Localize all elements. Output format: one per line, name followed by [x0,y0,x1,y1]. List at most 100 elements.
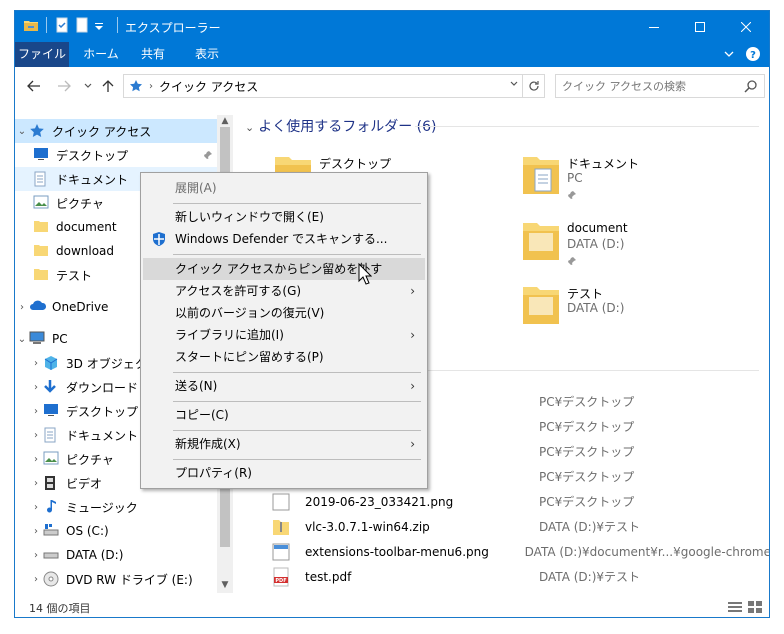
list-item[interactable]: vlc-3.0.7.1-win64.zip DATA (D:)¥テスト [271,514,769,539]
scroll-down-icon[interactable]: ▼ [217,577,233,593]
menu-separator [173,254,421,255]
folder-icon [33,267,51,283]
menu-item-expand[interactable]: 展開(A) [143,177,425,199]
chevron-down-icon[interactable]: ⌄ [245,121,254,134]
tab-home[interactable]: ホーム [77,42,125,67]
chevron-right-icon[interactable]: › [29,430,43,441]
close-button[interactable] [723,11,769,42]
file-name: vlc-3.0.7.1-win64.zip [305,519,430,534]
drive-icon [43,547,61,563]
folder-name: document [567,221,628,235]
window-title: エクスプローラー [125,21,221,35]
menu-item-defender-scan[interactable]: Windows Defender でスキャンする... [143,228,425,250]
menu-item-send-to[interactable]: 送る(N) › [143,375,425,397]
pictures-icon [33,195,51,211]
frequent-folders-header[interactable]: ⌄ よく使用するフォルダー (6) [245,116,437,136]
menu-item-open-new-window[interactable]: 新しいウィンドウで開く(E) [143,206,425,228]
chevron-down-icon[interactable]: ⌄ [15,126,29,137]
sidebar-item-label: デスクトップ [56,148,129,163]
chevron-right-icon[interactable]: › [29,382,43,393]
menu-item-restore-versions[interactable]: 以前のバージョンの復元(V) [143,302,425,324]
minimize-button[interactable] [631,11,677,42]
tab-file[interactable]: ファイル [15,42,69,67]
sidebar-item-label: ピクチャ [56,196,104,211]
file-path: DATA (D:)¥テスト [539,570,641,584]
address-dropdown-icon[interactable] [510,79,518,90]
search-box[interactable] [555,74,765,98]
ribbon-controls: ? [723,46,761,65]
chevron-right-icon[interactable]: › [29,358,43,369]
folder-tile-documents[interactable]: ドキュメント PC [521,151,741,211]
chevron-down-icon[interactable]: ⌄ [15,334,29,345]
menu-item-new[interactable]: 新規作成(X) › [143,433,425,455]
sidebar-item-dvd-e[interactable]: › DVD RW ドライブ (E:) [15,567,217,591]
recent-locations-button[interactable] [79,78,97,94]
chevron-right-icon[interactable]: › [29,478,43,489]
file-path: PC¥デスクトップ [539,495,635,509]
menu-item-copy[interactable]: コピー(C) [143,404,425,426]
expand-ribbon-icon[interactable] [723,46,735,65]
folder-location: PC [567,171,583,185]
navigation-bar: › クイック アクセス [15,67,769,105]
menu-item-add-to-library[interactable]: ライブラリに追加(I) › [143,324,425,346]
sidebar-item-desktop[interactable]: デスクトップ [15,143,217,167]
chevron-right-icon[interactable]: › [149,81,153,92]
section-divider [415,126,759,127]
menu-item-give-access[interactable]: アクセスを許可する(G) › [143,280,425,302]
menu-item-unpin-quick-access[interactable]: クイック アクセスからピン留めを外す [143,258,425,280]
maximize-button[interactable] [677,11,723,42]
chevron-right-icon[interactable]: › [29,406,43,417]
large-icons-view-icon[interactable] [747,600,763,617]
title-bar: エクスプローラー [15,11,769,42]
chevron-right-icon[interactable]: › [29,526,43,537]
details-view-icon[interactable] [727,600,743,617]
chevron-right-icon[interactable]: › [29,502,43,513]
back-button[interactable] [25,78,43,94]
file-path: PC¥デスクトップ [539,395,635,409]
pin-icon [567,255,577,269]
forward-button[interactable] [55,78,73,94]
list-item[interactable]: PDF test.pdf DATA (D:)¥テスト [271,564,769,589]
folder-tile-document[interactable]: document DATA (D:) [521,217,741,277]
up-button[interactable] [99,78,117,94]
download-arrow-icon [43,379,61,395]
sidebar-item-music[interactable]: › ミュージック [15,495,217,519]
sidebar-item-label: ドキュメント [56,172,129,187]
sidebar-item-os-c[interactable]: › OS (C:) [15,519,217,543]
list-item[interactable]: extensions-toolbar-menu6.png DATA (D:)¥d… [271,539,769,564]
customize-toolbar-icon[interactable] [94,17,110,33]
defender-shield-icon [151,231,167,254]
frequent-folders-title: よく使用するフォルダー (6) [258,119,437,135]
chevron-right-icon[interactable]: › [15,302,29,313]
sidebar-item-label: OS (C:) [66,524,109,538]
sidebar-item-label: ビデオ [66,476,103,491]
menu-item-pin-to-start[interactable]: スタートにピン留めする(P) [143,346,425,368]
submenu-arrow-icon: › [410,328,415,342]
new-folder-icon[interactable] [74,17,90,33]
sidebar-item-data-d[interactable]: › DATA (D:) [15,543,217,567]
chevron-right-icon[interactable]: › [29,550,43,561]
breadcrumb[interactable]: クイック アクセス [159,78,258,95]
video-icon [43,475,61,491]
list-item[interactable]: 2019-06-23_033421.png PC¥デスクトップ [271,489,769,514]
folder-app-icon[interactable] [23,17,39,33]
context-menu: 展開(A) 新しいウィンドウで開く(E) Windows Defender でス… [140,172,428,489]
folder-tile-test[interactable]: テスト DATA (D:) [521,281,741,341]
tab-view[interactable]: 表示 [185,42,229,67]
file-name: extensions-toolbar-menu6.png [305,544,489,559]
chevron-right-icon[interactable]: › [29,574,43,585]
chevron-right-icon[interactable]: › [29,454,43,465]
menu-item-label: ライブラリに追加(I) [175,328,284,342]
search-input[interactable] [556,75,736,97]
quick-access-toolbar [23,17,121,33]
view-switcher [727,600,763,617]
menu-item-properties[interactable]: プロパティ(R) [143,462,425,484]
sidebar-item-label: ミュージック [66,500,138,515]
address-bar[interactable]: › クイック アクセス [123,74,545,98]
refresh-button[interactable] [522,75,544,97]
properties-icon[interactable] [54,17,70,33]
menu-item-label: 新規作成(X) [175,437,241,451]
help-icon[interactable]: ? [745,46,761,65]
tab-share[interactable]: 共有 [133,42,173,67]
sidebar-item-quick-access[interactable]: ⌄ クイック アクセス [15,119,217,143]
